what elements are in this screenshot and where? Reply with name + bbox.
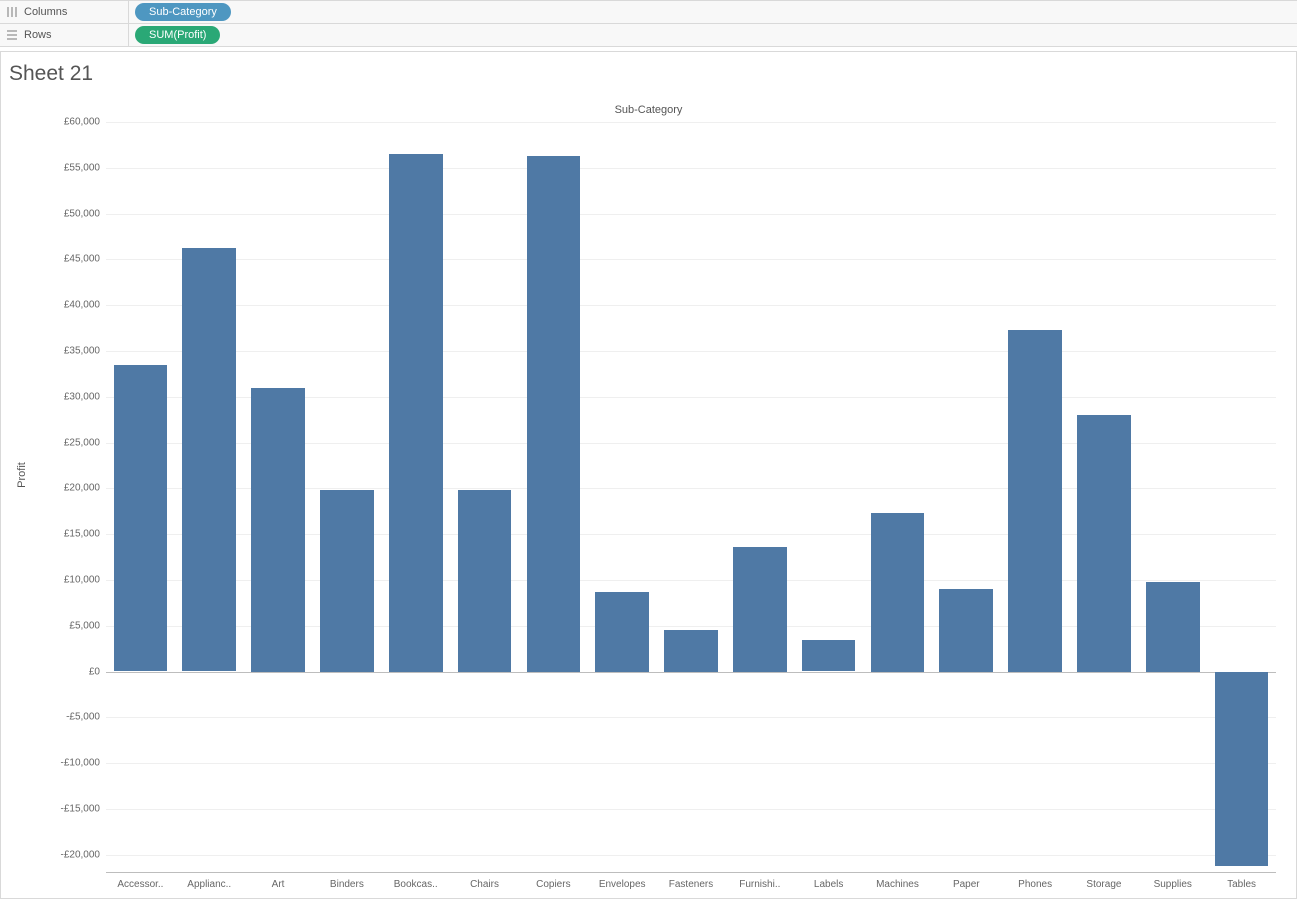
gridline (106, 717, 1276, 718)
chart: Sub-Category Profit -£20,000-£15,000-£10… (1, 52, 1296, 898)
columns-pill-subcategory[interactable]: Sub-Category (135, 3, 231, 21)
x-tick-label: Phones (1018, 879, 1052, 890)
shelf-divider (128, 24, 129, 46)
gridline (106, 855, 1276, 856)
bar-supplies[interactable] (1146, 582, 1200, 672)
bar-art[interactable] (251, 388, 305, 672)
x-tick-label: Machines (876, 879, 919, 890)
x-tick-label: Binders (330, 879, 364, 890)
y-tick-label: -£20,000 (61, 849, 100, 860)
gridline (106, 809, 1276, 810)
x-tick-label: Applianc.. (187, 879, 231, 890)
x-tick-label: Furnishi.. (739, 879, 780, 890)
bar-labels[interactable] (802, 640, 856, 671)
y-tick-label: £40,000 (64, 300, 100, 311)
x-tick-label: Supplies (1154, 879, 1192, 890)
gridline (106, 122, 1276, 123)
x-tick-label: Accessor.. (117, 879, 163, 890)
shelf-divider (128, 1, 129, 23)
y-tick-label: £20,000 (64, 483, 100, 494)
plot-area: -£20,000-£15,000-£10,000-£5,000£0£5,000£… (106, 122, 1276, 873)
zero-line (106, 672, 1276, 673)
gridline (106, 259, 1276, 260)
rows-shelf[interactable]: Rows SUM(Profit) (0, 24, 1297, 47)
rows-shelf-label: Rows (0, 29, 128, 41)
y-tick-label: -£15,000 (61, 803, 100, 814)
bar-paper[interactable] (939, 589, 993, 671)
bar-accessories[interactable] (114, 365, 168, 672)
bar-bookcases[interactable] (389, 154, 443, 671)
gridline (106, 305, 1276, 306)
gridline (106, 214, 1276, 215)
columns-label-text: Columns (24, 6, 67, 18)
bar-furnishings[interactable] (733, 547, 787, 672)
rows-icon (6, 29, 18, 41)
rows-label-text: Rows (24, 29, 52, 41)
bar-fasteners[interactable] (664, 630, 718, 671)
x-tick-label: Chairs (470, 879, 499, 890)
y-tick-label: £25,000 (64, 437, 100, 448)
bar-storage[interactable] (1077, 415, 1131, 671)
x-tick-label: Labels (814, 879, 843, 890)
y-tick-label: £55,000 (64, 162, 100, 173)
gridline (106, 763, 1276, 764)
y-tick-label: £10,000 (64, 574, 100, 585)
bar-appliances[interactable] (182, 248, 236, 671)
x-axis-title: Sub-Category (1, 104, 1296, 116)
bar-envelopes[interactable] (595, 592, 649, 672)
x-tick-label: Storage (1086, 879, 1121, 890)
x-tick-label: Art (272, 879, 285, 890)
gridline (106, 351, 1276, 352)
y-tick-label: £30,000 (64, 391, 100, 402)
x-tick-label: Tables (1227, 879, 1256, 890)
y-tick-label: £45,000 (64, 254, 100, 265)
bar-phones[interactable] (1008, 330, 1062, 672)
y-tick-label: £35,000 (64, 345, 100, 356)
x-tick-label: Paper (953, 879, 980, 890)
y-tick-label: £50,000 (64, 208, 100, 219)
y-tick-label: £60,000 (64, 117, 100, 128)
worksheet-view: Sheet 21 Sub-Category Profit -£20,000-£1… (0, 51, 1297, 899)
columns-icon (6, 6, 18, 18)
bar-copiers[interactable] (527, 156, 581, 672)
x-tick-label: Fasteners (669, 879, 713, 890)
bar-binders[interactable] (320, 490, 374, 671)
x-tick-label: Envelopes (599, 879, 646, 890)
y-axis-title: Profit (16, 462, 28, 488)
y-tick-label: £0 (89, 666, 100, 677)
y-tick-label: £15,000 (64, 529, 100, 540)
columns-shelf[interactable]: Columns Sub-Category (0, 0, 1297, 24)
y-tick-label: £5,000 (69, 620, 100, 631)
y-tick-label: -£5,000 (66, 712, 100, 723)
y-tick-label: -£10,000 (61, 758, 100, 769)
columns-shelf-label: Columns (0, 6, 128, 18)
bar-machines[interactable] (871, 513, 925, 671)
x-tick-label: Copiers (536, 879, 570, 890)
gridline (106, 168, 1276, 169)
bar-tables[interactable] (1215, 672, 1269, 866)
bar-chairs[interactable] (458, 490, 512, 671)
x-axis-line (106, 872, 1276, 873)
x-tick-label: Bookcas.. (394, 879, 438, 890)
rows-pill-sum-profit[interactable]: SUM(Profit) (135, 26, 220, 44)
